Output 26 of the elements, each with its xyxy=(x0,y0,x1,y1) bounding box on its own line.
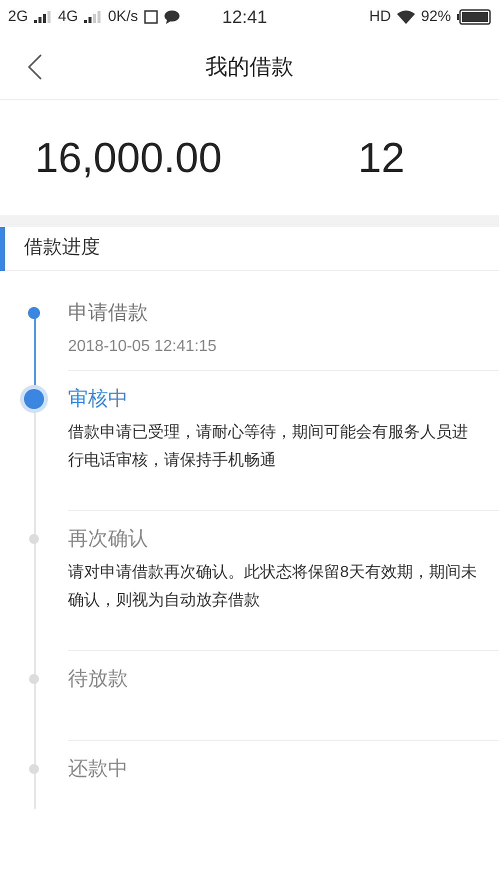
app-icon xyxy=(144,10,158,24)
wifi-icon xyxy=(396,10,415,24)
step-detail: 请对申请借款再次确认。此状态将保留8天有效期，期间未确认，则视为自动放弃借款 xyxy=(68,562,478,611)
chat-bubble-icon xyxy=(164,10,180,24)
signal-icon xyxy=(34,11,52,23)
section-title: 借款进度 xyxy=(24,236,100,260)
battery-level: 92% xyxy=(420,6,451,27)
step-title: 再次确认 xyxy=(68,527,149,552)
step-title: 审核中 xyxy=(68,387,129,412)
battery-icon xyxy=(456,9,491,25)
loan-amount: 16,000.00 xyxy=(35,133,223,183)
step-title: 申请借款 xyxy=(68,301,149,326)
step-detail: 2018-10-05 12:41:15 xyxy=(68,337,218,357)
signal-icon xyxy=(84,11,102,23)
loan-periods: 12 xyxy=(358,133,405,183)
page-title: 我的借款 xyxy=(206,53,294,81)
section-marker xyxy=(0,227,5,271)
network-label: 2G xyxy=(8,6,28,27)
chevron-left-icon xyxy=(28,54,42,80)
step-detail: 借款申请已受理，请耐心等待，期间可能会有服务人员进行电话审核，请保持手机畅通 xyxy=(68,422,469,471)
step-title: 待放款 xyxy=(68,667,129,692)
step-title: 还款中 xyxy=(68,757,129,782)
hd-label: HD xyxy=(369,6,391,27)
network-label: 4G xyxy=(58,6,78,27)
clock-time: 12:41 xyxy=(222,6,268,28)
speed-label: 0K/s xyxy=(108,6,138,27)
